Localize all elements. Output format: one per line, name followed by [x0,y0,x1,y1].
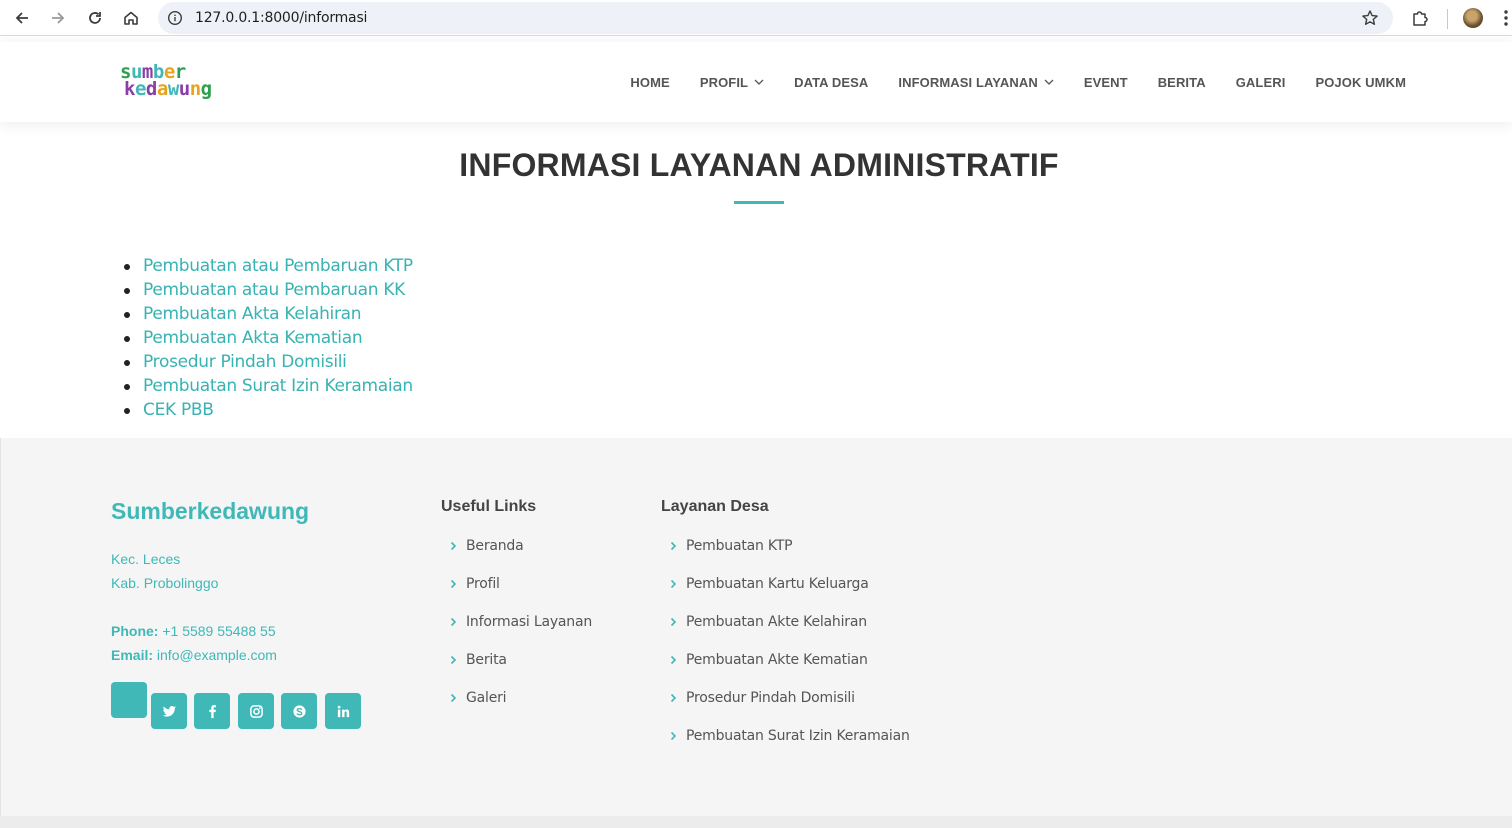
reload-icon[interactable] [85,8,105,28]
skype-icon[interactable] [281,693,317,729]
phone-line: Phone: +1 5589 55488 55 [111,619,277,643]
linkedin-icon[interactable] [325,693,361,729]
footer-link-galeri[interactable]: Galeri [446,688,592,726]
footer-layanan-izin-keramaian[interactable]: Pembuatan Surat Izin Keramaian [666,726,910,764]
browser-toolbar: 127.0.0.1:8000/informasi [0,0,1512,36]
footer-layanan-pindah-domisili[interactable]: Prosedur Pindah Domisili [666,688,910,726]
address-line-2: Kab. Probolinggo [111,575,219,591]
footer-link-berita[interactable]: Berita [446,650,592,688]
chevron-down-icon [754,79,764,85]
footer-address: Kec. Leces Kab. Probolinggo [111,547,218,595]
layanan-desa-title: Layanan Desa [661,498,769,515]
nav-home[interactable]: HOME [630,75,669,90]
nav-pojok-umkm[interactable]: POJOK UMKM [1315,75,1406,90]
email-value[interactable]: info@example.com [157,647,277,663]
twitter-icon[interactable] [151,693,187,729]
service-link-akta-kelahiran[interactable]: Pembuatan Akta Kelahiran [123,304,413,328]
footer-link-beranda[interactable]: Beranda [446,536,592,574]
toolbar-divider [1447,9,1448,29]
useful-links-list: Beranda Profil Informasi Layanan Berita … [446,536,592,726]
footer-contact: Phone: +1 5589 55488 55 Email: info@exam… [111,619,277,667]
layanan-desa-list: Pembuatan KTP Pembuatan Kartu Keluarga P… [666,536,910,764]
service-list: Pembuatan atau Pembaruan KTP Pembuatan a… [123,256,413,424]
chevron-right-icon [446,650,460,670]
footer-layanan-kk[interactable]: Pembuatan Kartu Keluarga [666,574,910,612]
phone-value[interactable]: +1 5589 55488 55 [162,623,275,639]
service-link-pindah-domisili[interactable]: Prosedur Pindah Domisili [123,352,413,376]
footer-link-informasi-layanan[interactable]: Informasi Layanan [446,612,592,650]
facebook-icon[interactable] [194,693,230,729]
chevron-right-icon [446,574,460,594]
footer-layanan-akte-kematian[interactable]: Pembuatan Akte Kematian [666,650,910,688]
kebab-menu-icon[interactable] [1500,8,1512,28]
service-link-akta-kematian[interactable]: Pembuatan Akta Kematian [123,328,413,352]
service-link-kk[interactable]: Pembuatan atau Pembaruan KK [123,280,413,304]
main-nav: HOME PROFIL DATA DESA INFORMASI LAYANAN … [600,42,1406,122]
chevron-right-icon [666,688,680,708]
main-content: INFORMASI LAYANAN ADMINISTRATIF Pembuata… [0,122,1512,438]
profile-avatar[interactable] [1463,8,1483,28]
site-logo[interactable]: sumber kedawung [118,62,240,104]
footer-layanan-akte-kelahiran[interactable]: Pembuatan Akte Kelahiran [666,612,910,650]
chevron-right-icon [446,612,460,632]
site-footer: Sumberkedawung Kec. Leces Kab. Proboling… [0,438,1512,816]
instagram-icon[interactable] [238,693,274,729]
star-icon[interactable] [1361,9,1379,27]
nav-profil[interactable]: PROFIL [700,75,764,90]
email-line: Email: info@example.com [111,643,277,667]
address-line-1: Kec. Leces [111,551,181,567]
logo-line-2: kedawung [124,78,212,100]
nav-galeri[interactable]: GALERI [1236,75,1286,90]
chevron-right-icon [446,536,460,556]
chevron-right-icon [666,612,680,632]
nav-informasi-layanan[interactable]: INFORMASI LAYANAN [898,75,1054,90]
chevron-right-icon [666,650,680,670]
site-header: sumber kedawung HOME PROFIL DATA DESA IN… [0,42,1512,122]
service-link-ktp[interactable]: Pembuatan atau Pembaruan KTP [123,256,413,280]
nav-data-desa[interactable]: DATA DESA [794,75,868,90]
chevron-right-icon [666,536,680,556]
info-icon[interactable] [167,10,183,26]
social-button-empty[interactable] [111,682,147,718]
useful-links-title: Useful Links [441,498,537,515]
footer-bottom-bar [0,816,1512,828]
arrow-right-icon[interactable] [48,8,68,28]
service-link-cek-pbb[interactable]: CEK PBB [123,400,413,424]
nav-event[interactable]: EVENT [1084,75,1128,90]
chevron-down-icon [1044,79,1054,85]
footer-layanan-ktp[interactable]: Pembuatan KTP [666,536,910,574]
chevron-right-icon [666,574,680,594]
email-label: Email: [111,647,154,663]
puzzle-icon[interactable] [1410,8,1430,28]
footer-link-profil[interactable]: Profil [446,574,592,612]
chevron-right-icon [666,726,680,746]
nav-berita[interactable]: BERITA [1158,75,1206,90]
title-underline [734,201,784,204]
url-text[interactable]: 127.0.0.1:8000/informasi [195,10,367,26]
chevron-right-icon [446,688,460,708]
service-link-izin-keramaian[interactable]: Pembuatan Surat Izin Keramaian [123,376,413,400]
home-icon[interactable] [121,8,141,28]
footer-brand: Sumberkedawung [111,498,310,524]
arrow-left-icon[interactable] [12,8,32,28]
address-bar[interactable]: 127.0.0.1:8000/informasi [158,2,1393,34]
phone-label: Phone: [111,623,159,639]
page-title: INFORMASI LAYANAN ADMINISTRATIF [459,147,1059,183]
